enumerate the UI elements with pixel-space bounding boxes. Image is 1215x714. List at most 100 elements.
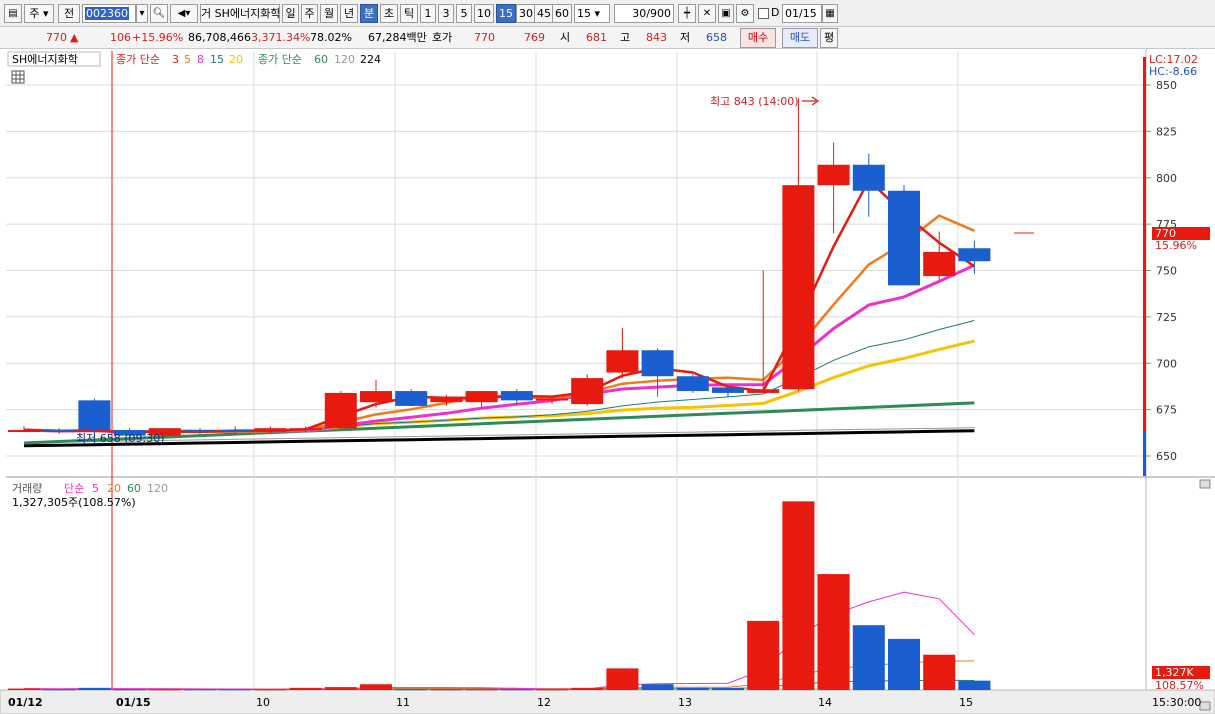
volume-legend-120: 120 bbox=[147, 482, 168, 495]
volume-bar bbox=[641, 684, 674, 690]
calendar-icon[interactable]: ▦ bbox=[822, 4, 838, 23]
save-icon[interactable]: ▣ bbox=[718, 4, 734, 23]
volume-bar bbox=[113, 689, 146, 691]
open-price: 681 bbox=[586, 31, 607, 44]
interval-5-button[interactable]: 5 bbox=[456, 4, 472, 23]
interval-select[interactable]: 15 ▾ bbox=[574, 4, 610, 23]
interval-15-button[interactable]: 15 bbox=[496, 4, 516, 23]
low-annotation: 최저 658 (09:30) bbox=[76, 432, 165, 445]
speaker-icon[interactable]: ◀▾ bbox=[170, 4, 198, 23]
code-dropdown-icon[interactable]: ▾ bbox=[136, 4, 148, 23]
volume-bar bbox=[219, 689, 252, 691]
volume-legend-20: 20 bbox=[107, 482, 121, 495]
draw-tool-icon[interactable]: ✕ bbox=[698, 4, 716, 23]
candle-down bbox=[78, 400, 111, 431]
settings-gear-icon[interactable]: ⚙ bbox=[736, 4, 754, 23]
volume-legend-60: 60 bbox=[127, 482, 141, 495]
chart-window: ▤ 주 ▾ 전 002360 ▾ 🔍︎ ◀▾ 거 SH에너지화학 일 주 월 년… bbox=[0, 0, 1215, 714]
candle-down bbox=[184, 430, 216, 433]
low-price: 658 bbox=[706, 31, 727, 44]
period-month-button[interactable]: 월 bbox=[320, 4, 338, 23]
buy-button[interactable]: 매수 bbox=[740, 28, 776, 48]
candle-down bbox=[500, 391, 533, 401]
up-arrow-icon: ▲ bbox=[70, 31, 79, 44]
period-minute-button[interactable]: 분 bbox=[360, 4, 378, 23]
volume-legend-label: 거래량 bbox=[12, 482, 42, 495]
volume-legend-5: 5 bbox=[92, 482, 99, 495]
date-label-0112: 01/12 bbox=[8, 696, 43, 709]
legend-ma15: 15 bbox=[210, 53, 224, 66]
legend-ma3: 3 bbox=[172, 53, 179, 66]
interval-30-button[interactable]: 30 bbox=[516, 4, 536, 23]
count-input[interactable]: 30/900 bbox=[614, 4, 674, 23]
volume-bar bbox=[571, 687, 604, 690]
volume-legend-type: 단순 bbox=[64, 482, 84, 495]
eval-button[interactable]: 평 bbox=[820, 28, 838, 48]
time-label-13: 13 bbox=[678, 696, 692, 709]
volume-bar bbox=[923, 654, 956, 690]
d-checkbox[interactable] bbox=[758, 8, 769, 19]
legend-ma5: 5 bbox=[184, 53, 191, 66]
ask-price: 770 bbox=[474, 31, 495, 44]
hoga-label: 호가 bbox=[432, 31, 453, 44]
high-price: 843 bbox=[646, 31, 667, 44]
volume-pct: 3,371.34% bbox=[251, 31, 311, 44]
interval-10-button[interactable]: 10 bbox=[474, 4, 494, 23]
volume-bar bbox=[536, 689, 568, 691]
bid-price: 769 bbox=[524, 31, 545, 44]
open-label: 시 bbox=[560, 31, 571, 44]
candle-down bbox=[676, 376, 709, 392]
prev-button[interactable]: 전 bbox=[58, 4, 80, 23]
candle-type-icon[interactable]: ┿ bbox=[678, 4, 696, 23]
volume-bar bbox=[395, 689, 428, 691]
period-week-button[interactable]: 주 bbox=[301, 4, 318, 23]
volume-bar bbox=[500, 689, 533, 691]
interval-1-button[interactable]: 1 bbox=[420, 4, 436, 23]
candle-up bbox=[782, 185, 815, 390]
period-year-button[interactable]: 년 bbox=[340, 4, 358, 23]
interval-45-button[interactable]: 45 bbox=[534, 4, 554, 23]
period-tick-button[interactable]: 틱 bbox=[400, 4, 418, 23]
legend-ma120: 120 bbox=[334, 53, 355, 66]
legend-ma224: 224 bbox=[360, 53, 381, 66]
candle-down bbox=[852, 164, 885, 191]
volume-pct-tag: 108.57% bbox=[1155, 679, 1204, 692]
price-tick-label: 750 bbox=[1156, 265, 1177, 278]
type-select[interactable]: 주 ▾ bbox=[24, 4, 54, 23]
candle-up bbox=[923, 251, 956, 277]
volume-bar bbox=[888, 638, 920, 690]
stock-code-input[interactable]: 002360 bbox=[82, 4, 136, 23]
window-menu-icon[interactable]: ▤ bbox=[4, 4, 22, 23]
price-tick-label: 675 bbox=[1156, 404, 1177, 417]
volume-bar bbox=[676, 687, 709, 690]
candle-up bbox=[8, 430, 40, 433]
price-volume-chart[interactable]: 85082580077575072570067565025,000K20,000… bbox=[0, 49, 1215, 714]
candle-up bbox=[817, 164, 850, 186]
current-pct-tag: 15.96% bbox=[1155, 239, 1197, 252]
period-day-button[interactable]: 일 bbox=[282, 4, 299, 23]
chart-area[interactable]: 85082580077575072570067565025,000K20,000… bbox=[0, 49, 1215, 714]
interval-60-button[interactable]: 60 bbox=[552, 4, 572, 23]
volume-bar bbox=[289, 687, 322, 690]
interval-3-button[interactable]: 3 bbox=[438, 4, 454, 23]
quote-bar: 770 ▲ 106 +15.96% 86,708,466 3,371.34% 7… bbox=[0, 27, 1215, 49]
candle-up bbox=[360, 391, 392, 403]
data-table-icon[interactable] bbox=[11, 70, 25, 84]
search-icon[interactable]: 🔍︎ bbox=[150, 4, 168, 23]
legend-ma20: 20 bbox=[229, 53, 243, 66]
date-input[interactable]: 01/15 bbox=[782, 4, 822, 23]
volume-bar bbox=[8, 688, 40, 690]
volume-bar bbox=[254, 689, 287, 691]
volume-bar bbox=[465, 689, 498, 691]
volume-bar bbox=[78, 687, 111, 690]
d-label: D bbox=[771, 6, 780, 19]
candle-up bbox=[747, 389, 780, 393]
stock-name-field[interactable]: 거 SH에너지화학 bbox=[200, 4, 280, 23]
price-tick-label: 725 bbox=[1156, 311, 1177, 324]
sell-button[interactable]: 매도 bbox=[782, 28, 818, 48]
period-second-button[interactable]: 초 bbox=[380, 4, 398, 23]
legend-stock-label: SH에너지화학 bbox=[12, 53, 78, 66]
volume-bar bbox=[324, 687, 357, 690]
legend-ma-b-prefix: 종가 단순 bbox=[258, 53, 302, 66]
turnover-rate: 78.02% bbox=[310, 31, 352, 44]
